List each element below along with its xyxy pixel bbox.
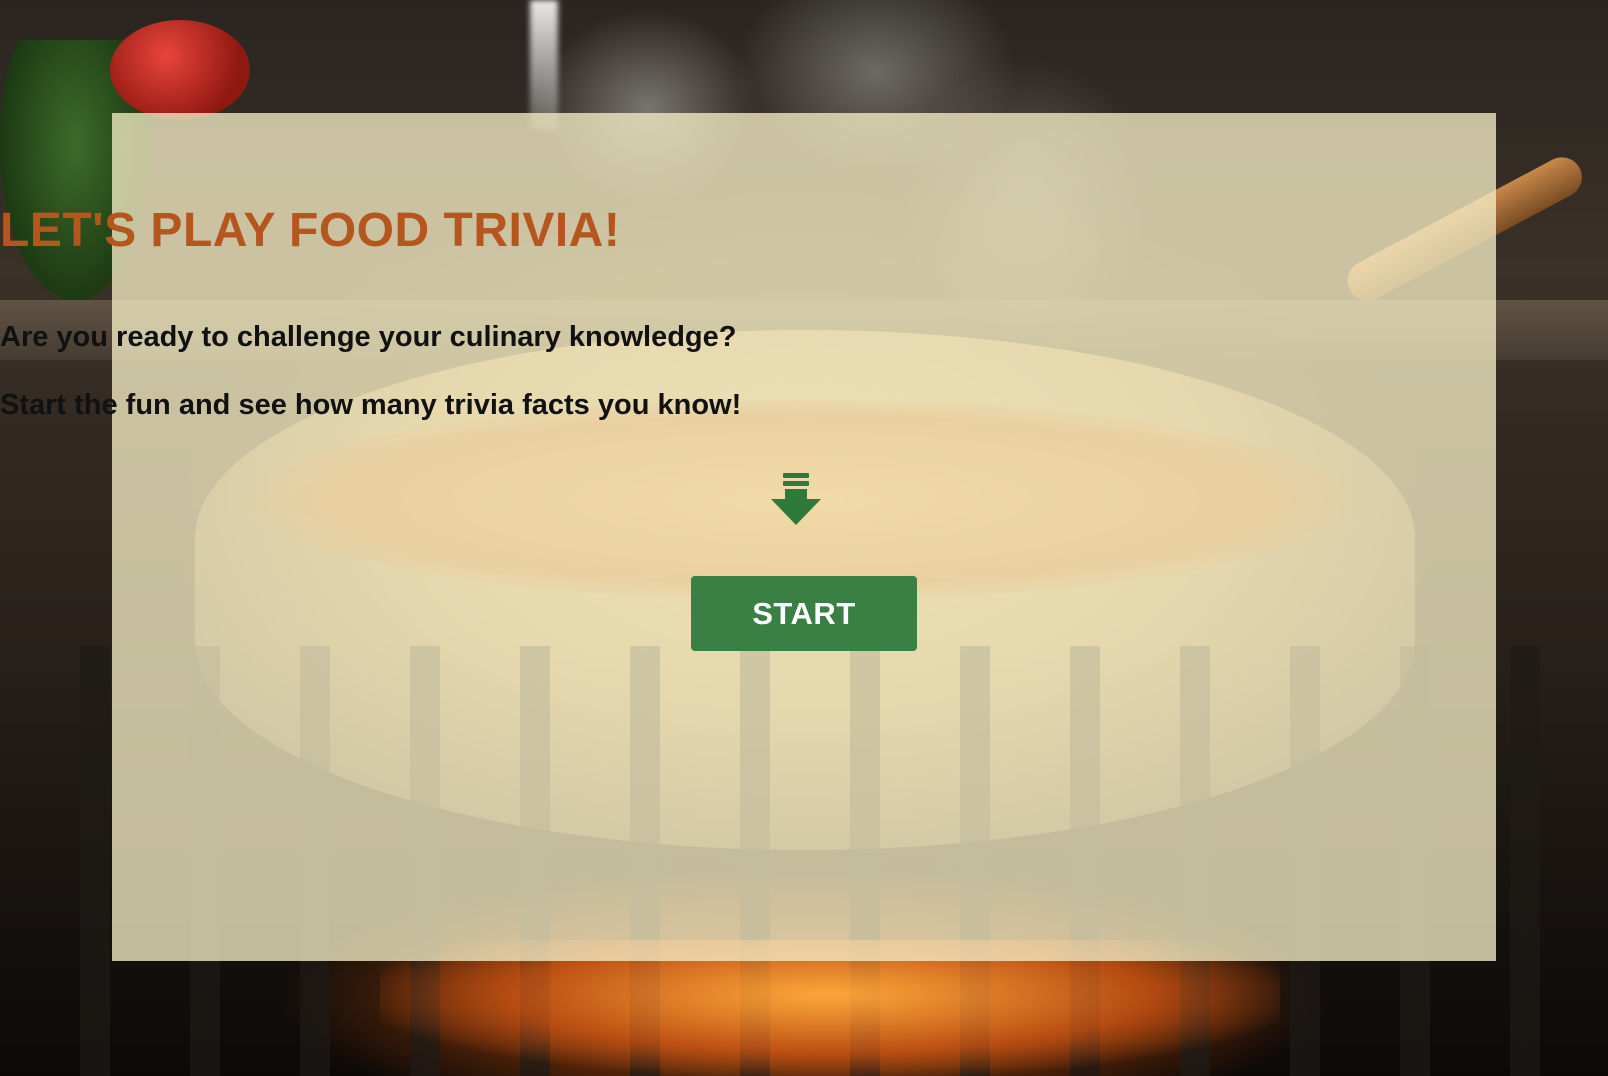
arrow-down-icon [771, 473, 821, 525]
start-button[interactable]: START [691, 576, 917, 651]
background-tomato [110, 20, 250, 120]
page-title: LET'S PLAY FOOD TRIVIA! [0, 204, 621, 257]
intro-line-two: Start the fun and see how many trivia fa… [0, 389, 742, 421]
background-steam-column [530, 0, 558, 130]
intro-line-one: Are you ready to challenge your culinary… [0, 321, 737, 353]
